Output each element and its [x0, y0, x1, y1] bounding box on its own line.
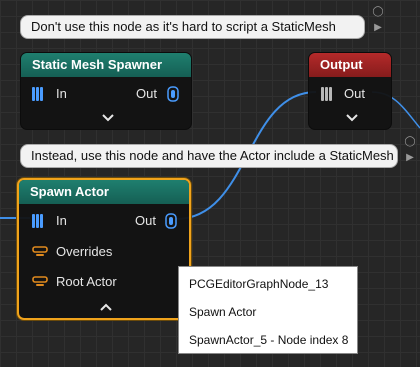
- node-title[interactable]: Output: [309, 53, 391, 77]
- comment-bubble-top[interactable]: Don't use this node as it's hard to scri…: [20, 15, 365, 39]
- comment-text-top: Don't use this node as it's hard to scri…: [31, 19, 336, 34]
- node-spawn-actor[interactable]: Spawn Actor In Out Overrides Root Actor: [17, 178, 191, 320]
- comment-bubble-icon[interactable]: ◯: [372, 6, 384, 18]
- node-static-mesh-spawner[interactable]: Static Mesh Spawner In Out: [20, 52, 192, 130]
- input-pin-icon[interactable]: [32, 86, 44, 102]
- pin-param-icon[interactable]: [32, 246, 48, 258]
- chevron-up-icon[interactable]: [99, 302, 113, 312]
- node-title[interactable]: Spawn Actor: [19, 180, 189, 204]
- pin-label-out: Out: [344, 86, 365, 101]
- pin-row-root-actor: Root Actor: [19, 273, 189, 291]
- pin-row-overrides: Overrides: [19, 243, 189, 261]
- node-info-tooltip: PCGEditorGraphNode_13 Spawn Actor SpawnA…: [178, 266, 358, 354]
- comment-pin-icon[interactable]: ▶: [404, 152, 416, 164]
- pin-label-out: Out: [135, 213, 156, 228]
- pin-label-root-actor: Root Actor: [56, 274, 117, 289]
- comment-pin-icon[interactable]: ▶: [372, 22, 384, 34]
- chevron-down-icon[interactable]: [345, 113, 359, 123]
- comment-text-middle: Instead, use this node and have the Acto…: [31, 148, 394, 163]
- node-output[interactable]: Output Out: [308, 52, 392, 130]
- node-title[interactable]: Static Mesh Spawner: [21, 53, 191, 77]
- comment-bubble-middle[interactable]: Instead, use this node and have the Acto…: [20, 144, 398, 168]
- chevron-down-icon[interactable]: [101, 113, 115, 123]
- output-pin-icon[interactable]: [321, 86, 333, 102]
- input-pin-icon[interactable]: [32, 213, 44, 229]
- pin-label-overrides: Overrides: [56, 244, 113, 259]
- pin-label-in: In: [56, 86, 67, 101]
- pin-label-in: In: [56, 213, 67, 228]
- tooltip-node-title: Spawn Actor: [189, 305, 257, 319]
- tooltip-node-index: SpawnActor_5 - Node index 8: [189, 333, 349, 347]
- pin-row-out: Out: [309, 85, 391, 103]
- comment-bubble-icon[interactable]: ◯: [404, 136, 416, 148]
- output-pin-icon[interactable]: [167, 86, 179, 102]
- pin-param-icon[interactable]: [32, 276, 48, 288]
- tooltip-node-id: PCGEditorGraphNode_13: [189, 277, 329, 291]
- pin-row-in-out: In Out: [19, 212, 189, 230]
- pin-label-out: Out: [136, 86, 157, 101]
- pin-row-in-out: In Out: [21, 85, 191, 103]
- output-pin-icon[interactable]: [165, 213, 177, 229]
